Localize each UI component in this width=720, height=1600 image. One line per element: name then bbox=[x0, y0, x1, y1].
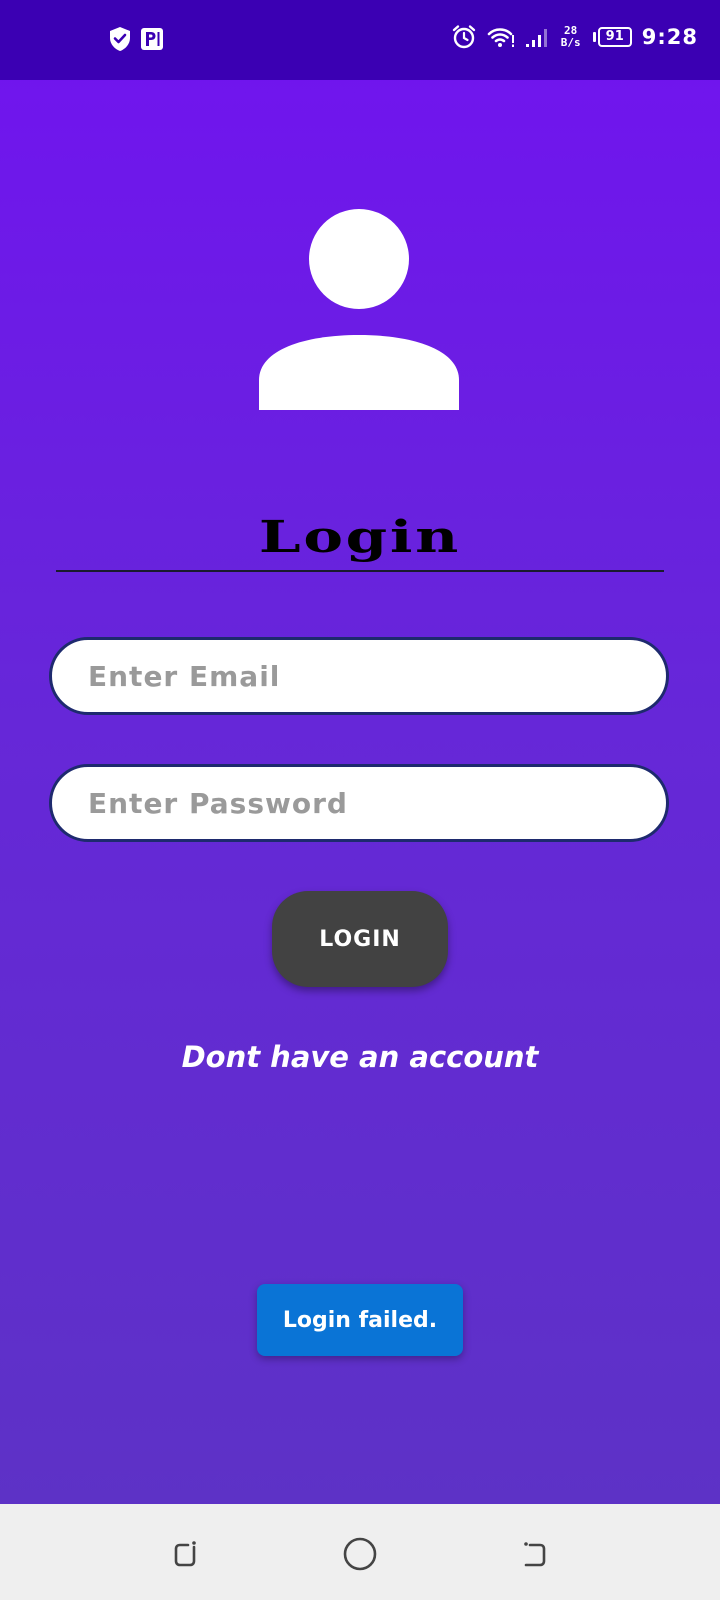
signup-link[interactable]: Dont have an account bbox=[0, 1040, 720, 1074]
net-speed-unit: B/s bbox=[560, 36, 581, 49]
status-bar: 28 B/s 91 9:28 bbox=[0, 0, 720, 80]
title-divider bbox=[56, 570, 664, 572]
battery-indicator: 91 bbox=[592, 27, 632, 47]
toast-text: Login failed. bbox=[282, 1307, 438, 1333]
navigation-bar bbox=[0, 1504, 720, 1600]
clock: 9:28 bbox=[641, 25, 698, 49]
email-field[interactable] bbox=[49, 637, 669, 715]
password-field[interactable] bbox=[49, 764, 669, 842]
home-icon[interactable] bbox=[340, 1534, 380, 1574]
parking-app-icon bbox=[140, 27, 164, 51]
status-left-icons bbox=[108, 26, 164, 52]
alarm-icon bbox=[451, 24, 477, 50]
login-button[interactable]: LOGIN bbox=[272, 891, 448, 987]
signal-icon bbox=[525, 25, 549, 49]
battery-tip bbox=[592, 32, 596, 42]
person-icon bbox=[259, 208, 459, 410]
page-title: Login bbox=[258, 512, 462, 563]
toast-message: Login failed. bbox=[257, 1284, 463, 1356]
back-icon[interactable] bbox=[515, 1534, 555, 1574]
battery-level: 91 bbox=[597, 27, 632, 47]
shield-check-icon bbox=[108, 26, 132, 52]
recents-icon[interactable] bbox=[165, 1534, 205, 1574]
status-right-icons: 28 B/s 91 9:28 bbox=[451, 24, 698, 50]
wifi-icon bbox=[487, 25, 515, 49]
net-speed: 28 B/s bbox=[559, 25, 583, 49]
